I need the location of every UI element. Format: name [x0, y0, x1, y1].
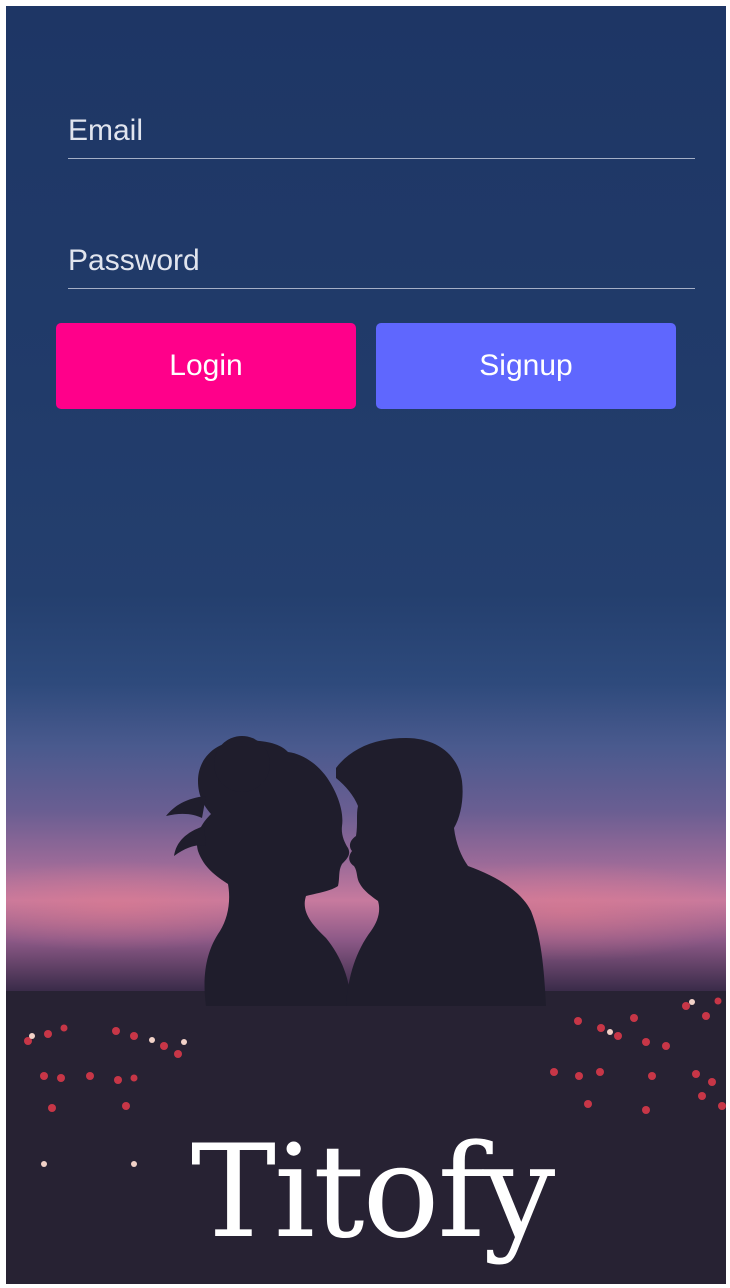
- password-field[interactable]: [68, 234, 695, 289]
- email-field[interactable]: [68, 104, 695, 159]
- signup-button[interactable]: Signup: [376, 323, 676, 409]
- app-name: Titofy: [190, 1118, 556, 1267]
- couple-silhouette-image: [6, 736, 726, 1284]
- password-input[interactable]: [68, 234, 695, 288]
- login-button[interactable]: Login: [56, 323, 356, 409]
- login-screen: Login Signup Titofy: [6, 6, 726, 1284]
- email-input[interactable]: [68, 104, 695, 158]
